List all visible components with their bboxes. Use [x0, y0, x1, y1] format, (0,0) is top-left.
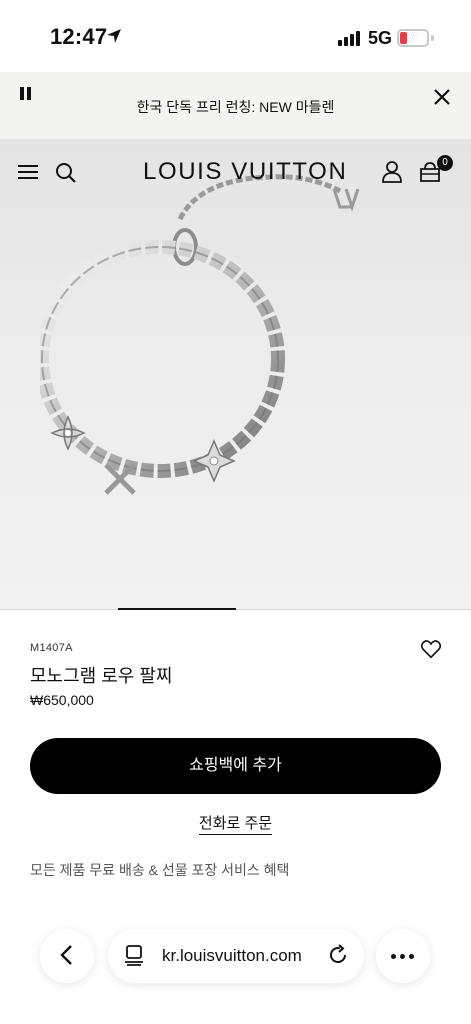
more-icon[interactable] [391, 954, 415, 960]
product-image[interactable] [0, 139, 471, 609]
battery-cap [431, 35, 434, 41]
promo-text[interactable]: 한국 단독 프리 런칭: NEW 마들렌 [0, 97, 471, 117]
promo-banner: 한국 단독 프리 런칭: NEW 마들렌 [0, 72, 471, 139]
bracelet-image [40, 174, 360, 495]
status-time: 12:47 [50, 24, 108, 49]
product-sku: M1407A [30, 642, 73, 654]
location-arrow-icon [107, 29, 121, 43]
heart-icon[interactable] [420, 638, 442, 660]
add-to-bag-button[interactable]: 쇼핑백에 추가 [30, 738, 441, 794]
benefit-text: 모든 제품 무료 배송 & 선물 포장 서비스 혜택 [30, 862, 290, 878]
reload-icon[interactable] [327, 944, 349, 966]
signal-strength-icon [338, 30, 360, 46]
phone-order-link[interactable]: 전화로 주문 [0, 812, 471, 835]
carousel-indicator [118, 608, 236, 610]
tabs-icon[interactable] [124, 944, 144, 966]
url-text[interactable]: kr.louisvuitton.com [162, 946, 302, 966]
network-type: 5G [368, 28, 393, 48]
battery-level: 7 [409, 30, 417, 45]
bag-count-badge: 0 [437, 155, 453, 171]
battery-icon: 7 [397, 29, 429, 47]
product-name: 모노그램 로우 팔찌 [30, 666, 173, 686]
phone-order-label[interactable]: 전화로 주문 [198, 815, 273, 835]
chevron-left-icon[interactable] [58, 944, 76, 966]
brand-logo[interactable]: LOUIS VUITTON [143, 158, 347, 186]
product-price: ₩650,000 [30, 692, 94, 708]
menu-icon[interactable] [18, 163, 40, 181]
close-icon[interactable] [432, 87, 452, 107]
search-icon[interactable] [54, 161, 78, 185]
account-icon[interactable] [380, 160, 404, 184]
status-bar: 12:47 5G 7 [0, 0, 471, 72]
